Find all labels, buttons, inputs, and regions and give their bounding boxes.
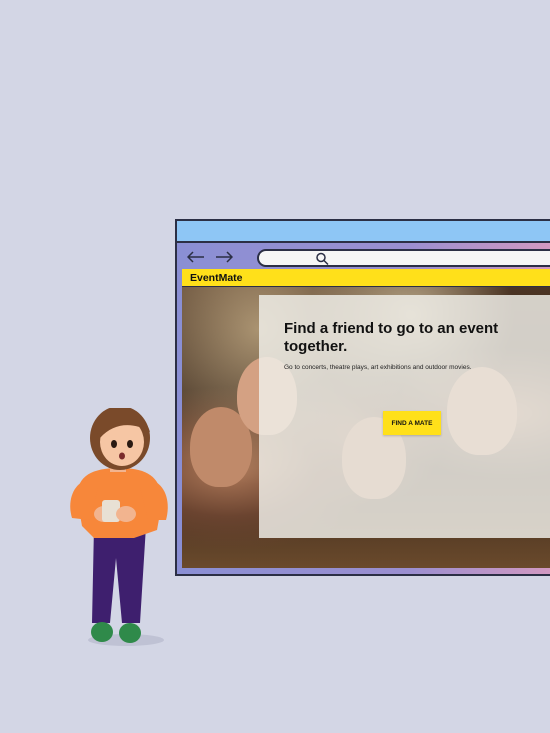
hero-headline: Find a friend to go to an event together… bbox=[284, 320, 499, 355]
hero-overlay-card: Find a friend to go to an event together… bbox=[259, 295, 550, 538]
forward-arrow-icon[interactable] bbox=[215, 251, 233, 263]
back-arrow-icon[interactable] bbox=[187, 251, 205, 263]
character-illustration bbox=[64, 406, 174, 653]
find-a-mate-button[interactable]: FIND A MATE bbox=[383, 411, 441, 435]
browser-toolbar bbox=[177, 245, 550, 269]
browser-window: EventMate Find a friend to go to an even… bbox=[175, 219, 550, 576]
site-logo[interactable]: EventMate bbox=[190, 272, 243, 284]
website-viewport: EventMate Find a friend to go to an even… bbox=[182, 269, 550, 568]
address-bar[interactable] bbox=[257, 249, 550, 267]
search-icon[interactable] bbox=[315, 252, 329, 266]
site-header: EventMate bbox=[182, 269, 550, 287]
hero-subline: Go to concerts, theatre plays, art exhib… bbox=[284, 364, 472, 371]
hero-photo: Find a friend to go to an event together… bbox=[182, 287, 550, 568]
browser-titlebar bbox=[177, 221, 550, 243]
